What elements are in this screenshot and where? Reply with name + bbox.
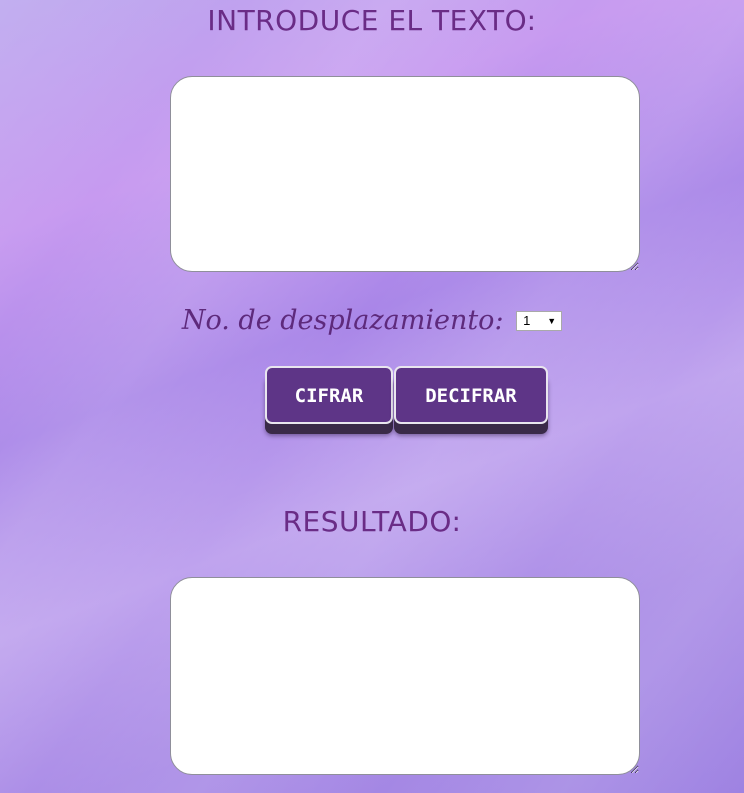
chevron-down-icon: ▼	[547, 315, 557, 326]
input-heading: INTRODUCE EL TEXTO:	[207, 4, 537, 37]
result-textarea[interactable]	[170, 577, 640, 775]
shift-select-value: 1	[523, 312, 531, 328]
result-heading: RESULTADO:	[282, 505, 462, 538]
decipher-button[interactable]: DECIFRAR	[394, 366, 548, 424]
shift-row: No. de desplazamiento: 1 ▼	[0, 304, 744, 336]
shift-select[interactable]: 1 ▼	[516, 310, 563, 331]
shift-label: No. de desplazamiento:	[181, 305, 504, 336]
input-textarea[interactable]	[170, 76, 640, 272]
cipher-button-wrap: CIFRAR	[265, 366, 393, 424]
cipher-button[interactable]: CIFRAR	[265, 366, 393, 424]
decipher-button-wrap: DECIFRAR	[394, 366, 548, 424]
